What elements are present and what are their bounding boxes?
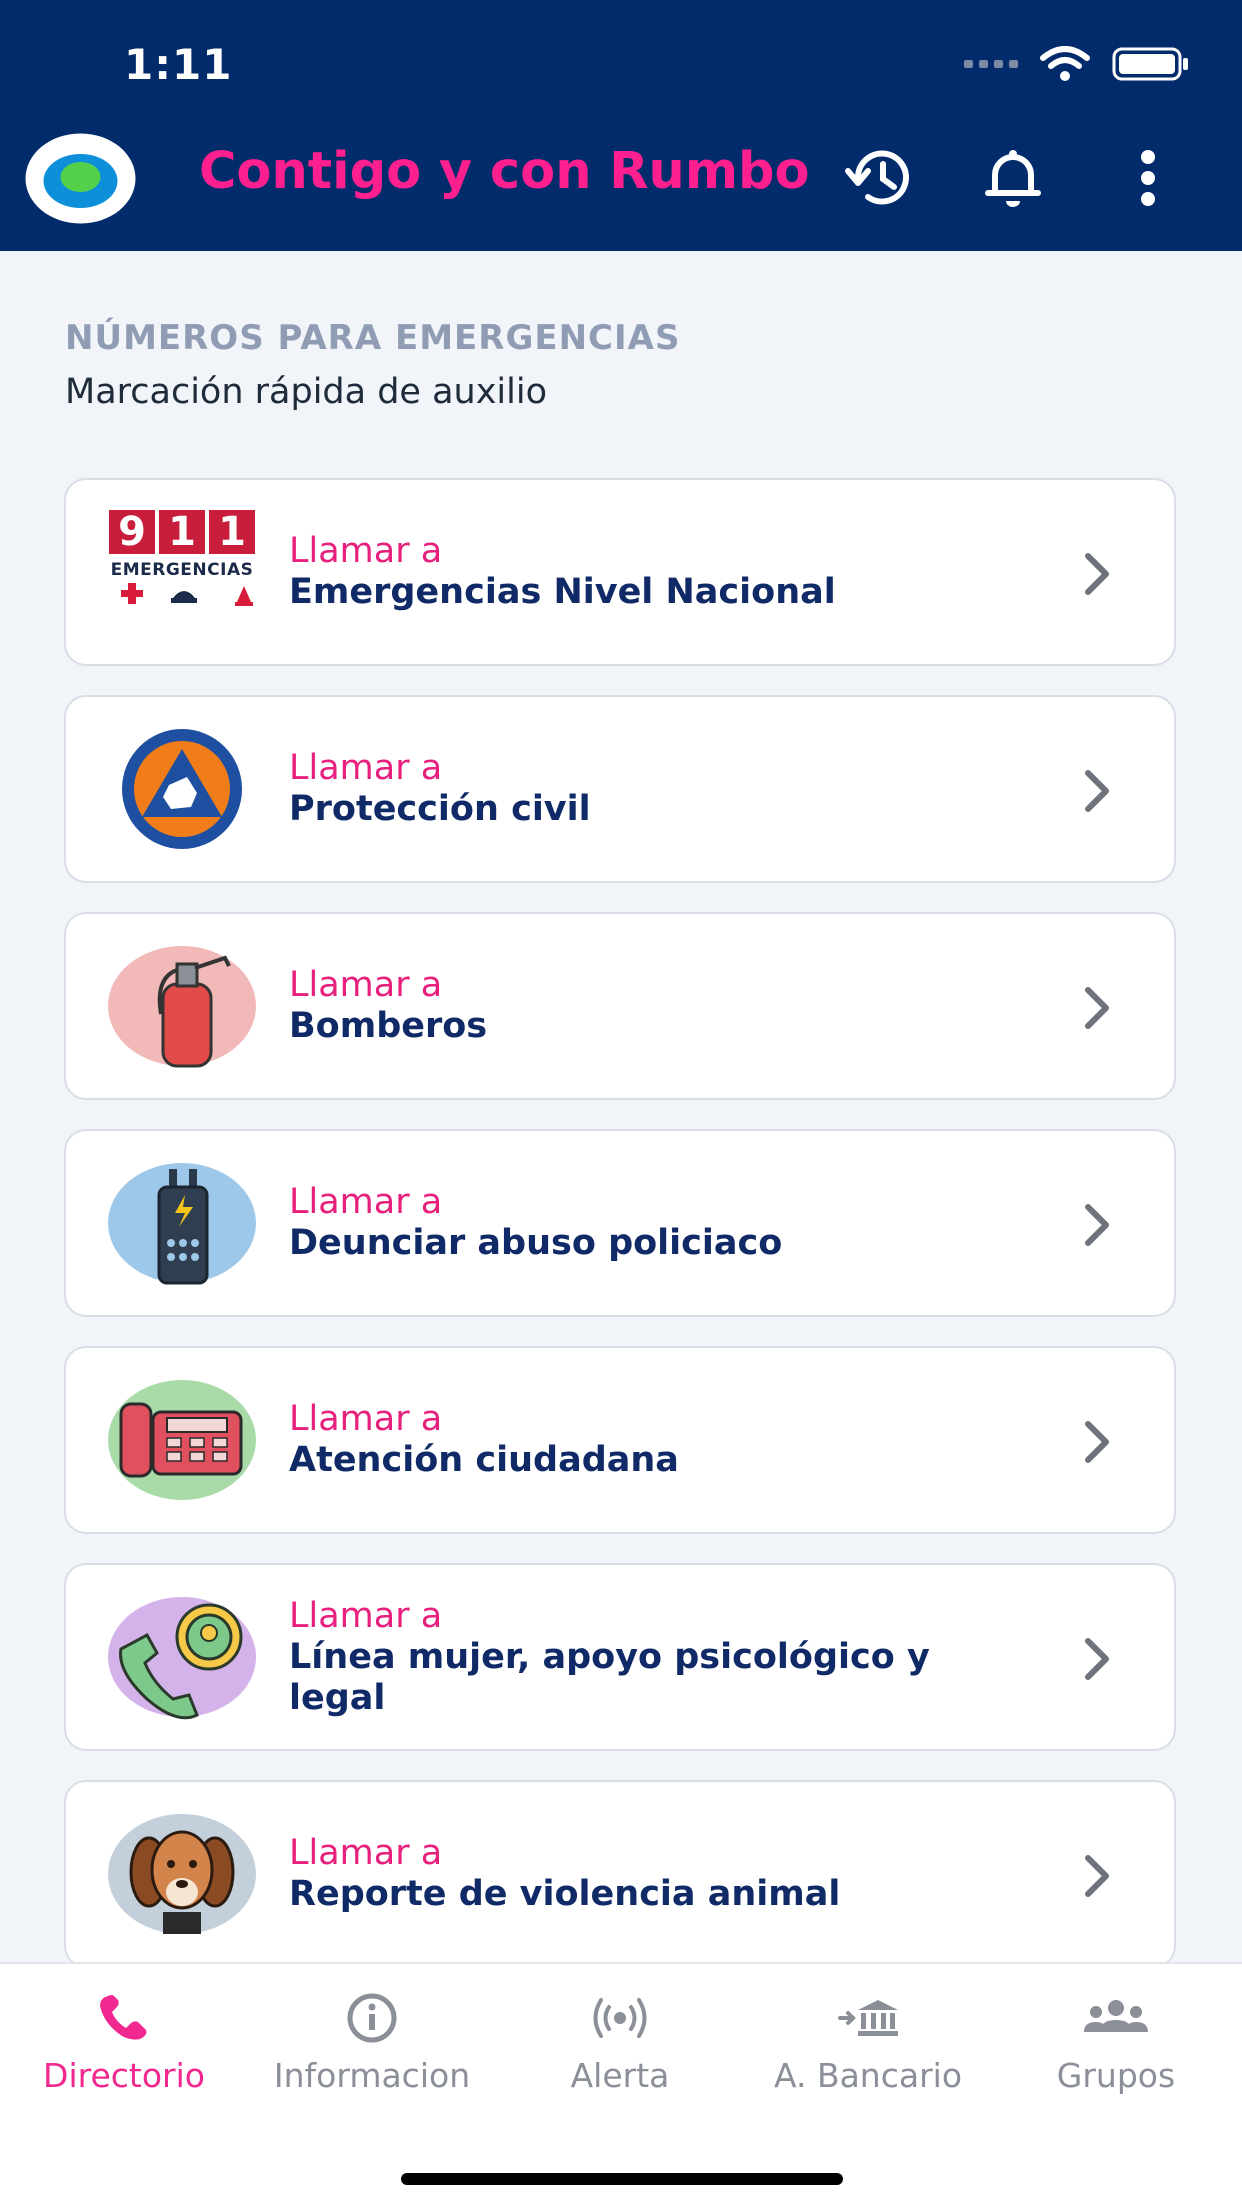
cellular-signal-icon — [964, 60, 1018, 68]
contact-name: Protección civil — [289, 789, 591, 829]
call-prefix: Llamar a — [289, 748, 443, 788]
chevron-right-icon — [1085, 1421, 1109, 1463]
chevron-right-icon — [1085, 1638, 1109, 1680]
call-prefix: Llamar a — [289, 1182, 443, 1222]
group-icon — [1084, 2000, 1148, 2032]
tab-label: Informacion — [273, 2056, 471, 2095]
contact-card-bomberos[interactable]: Llamar a Bomberos — [64, 912, 1176, 1100]
wifi-icon — [1040, 46, 1090, 81]
call-prefix: Llamar a — [289, 1595, 443, 1636]
chevron-right-icon — [1085, 770, 1109, 812]
call-prefix: Llamar a — [289, 965, 443, 1005]
tab-label: Directorio — [43, 2056, 205, 2095]
app-logo — [25, 133, 136, 224]
contact-name: Línea mujer, apoyo psicológico y legal — [289, 1636, 930, 1718]
phone-icon — [100, 1995, 147, 2040]
telephone-icon — [108, 1380, 256, 1500]
contact-name: Atención ciudadana — [289, 1440, 679, 1480]
contact-card-linea-mujer[interactable]: Llamar a Línea mujer, apoyo psicológico … — [64, 1563, 1176, 1751]
app-header: 1:11 Contigo y con Rumbo — [0, 0, 1242, 251]
call-prefix: Llamar a — [289, 531, 443, 571]
bank-icon — [838, 2000, 898, 2036]
911-emergencias-icon: 9 1 1 EMERGENCIAS — [107, 510, 257, 635]
tab-alerta[interactable]: Alerta — [496, 1992, 744, 2095]
tab-bancario[interactable]: A. Bancario — [744, 1992, 992, 2095]
contact-card-violencia-animal[interactable]: Llamar a Reporte de violencia animal — [64, 1780, 1176, 1968]
fire-extinguisher-icon — [108, 946, 256, 1068]
chevron-right-icon — [1085, 553, 1109, 595]
contact-card-proteccion-civil[interactable]: Llamar a Protección civil — [64, 695, 1176, 883]
contact-name: Deunciar abuso policiaco — [289, 1223, 783, 1263]
status-indicators — [964, 46, 1190, 82]
battery-icon — [1112, 47, 1188, 81]
tab-label: A. Bancario — [773, 2056, 963, 2095]
contact-name: Reporte de violencia animal — [289, 1874, 841, 1914]
section-subtitle: Marcación rápida de auxilio — [65, 372, 548, 412]
contact-name: Bomberos — [289, 1006, 488, 1046]
home-indicator[interactable] — [401, 2173, 843, 2185]
contact-card-emergencias[interactable]: 9 1 1 EMERGENCIAS Llamar a Emergencias N… — [64, 478, 1176, 666]
contact-card-atencion-ciudadana[interactable]: Llamar a Atención ciudadana — [64, 1346, 1176, 1534]
tab-informacion[interactable]: Informacion — [248, 1992, 496, 2095]
history-icon[interactable] — [844, 147, 916, 209]
more-menu-icon[interactable] — [1137, 147, 1159, 209]
broadcast-icon — [593, 1998, 647, 2038]
call-prefix: Llamar a — [289, 1399, 443, 1439]
app-title: Contigo y con Rumbo — [199, 142, 810, 201]
tab-directorio[interactable]: Directorio — [0, 1992, 248, 2095]
notification-bell-icon[interactable] — [982, 147, 1044, 209]
section-kicker: NÚMEROS PARA EMERGENCIAS — [65, 318, 681, 358]
status-time: 1:11 — [124, 40, 233, 89]
dog-icon — [108, 1814, 256, 1934]
chevron-right-icon — [1085, 987, 1109, 1029]
chevron-right-icon — [1085, 1855, 1109, 1897]
chevron-right-icon — [1085, 1204, 1109, 1246]
call-prefix: Llamar a — [289, 1833, 443, 1873]
info-icon — [347, 1993, 397, 2043]
proteccion-civil-seal-icon — [122, 729, 242, 849]
tab-label: Grupos — [1056, 2056, 1176, 2095]
tab-label: Alerta — [570, 2056, 670, 2095]
woman-phone-icon — [108, 1597, 256, 1720]
contact-card-abuso-policiaco[interactable]: Llamar a Deunciar abuso policiaco — [64, 1129, 1176, 1317]
contact-name: Emergencias Nivel Nacional — [289, 572, 836, 612]
police-radio-icon — [108, 1163, 256, 1285]
tab-grupos[interactable]: Grupos — [992, 1992, 1240, 2095]
